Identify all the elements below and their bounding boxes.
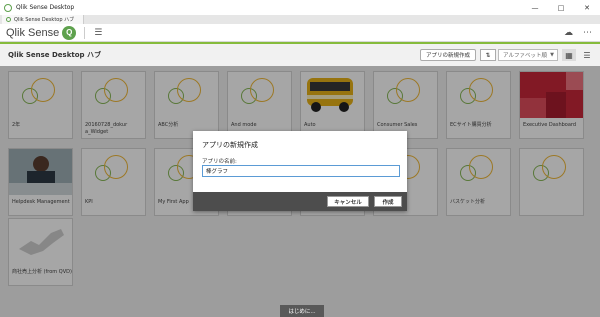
dialog-footer: キャンセル 作成	[193, 192, 407, 211]
tab-hub[interactable]: Qlik Sense Desktop ハブ	[2, 15, 84, 24]
header-right: ☁ ⋯	[554, 28, 592, 38]
minimize-icon[interactable]: —	[522, 0, 548, 15]
window-controls: — □ ✕	[522, 0, 600, 15]
app-name-input[interactable]	[202, 165, 400, 177]
sort-order-icon[interactable]: ⇅	[480, 49, 496, 61]
hub-toolbar: Qlik Sense Desktop ハブ アプリの新規作成 ⇅ アルファベット…	[0, 44, 600, 66]
cancel-button[interactable]: キャンセル	[327, 196, 369, 207]
qlik-tab-icon	[6, 17, 11, 22]
more-options-icon[interactable]: ⋯	[583, 28, 592, 38]
logo-text: Qlik Sense	[6, 26, 60, 39]
qlik-logo: Qlik Sense Q	[6, 25, 77, 40]
page-title: Qlik Sense Desktop ハブ	[8, 51, 101, 59]
tab-strip: Qlik Sense Desktop ハブ	[0, 15, 600, 24]
maximize-icon[interactable]: □	[548, 0, 574, 15]
app-header: Qlik Sense Q ☰ ☁ ⋯	[0, 24, 600, 42]
list-view-icon[interactable]: ☰	[580, 49, 594, 61]
toolbar-right: アプリの新規作成 ⇅ アルファベット順 ▼ ▦ ☰	[419, 49, 594, 61]
app-name-label: アプリの名前:	[202, 159, 237, 165]
cloud-icon[interactable]: ☁	[564, 28, 573, 38]
create-app-button[interactable]: アプリの新規作成	[419, 49, 476, 61]
qlik-app-icon	[4, 3, 12, 12]
tab-label: Qlik Sense Desktop ハブ	[14, 17, 75, 23]
window-titlebar: Qlik Sense Desktop — □ ✕	[0, 0, 600, 15]
chevron-down-icon: ▼	[550, 52, 554, 58]
grid-view-icon[interactable]: ▦	[562, 49, 576, 61]
qlik-logo-icon: Q	[62, 25, 77, 40]
header-divider	[84, 26, 86, 39]
sort-dropdown[interactable]: アルファベット順 ▼	[498, 49, 558, 61]
hamburger-menu-icon[interactable]: ☰	[94, 28, 102, 38]
window-title: Qlik Sense Desktop	[16, 4, 75, 11]
close-icon[interactable]: ✕	[574, 0, 600, 15]
dialog-title: アプリの新規作成	[202, 141, 258, 149]
create-button[interactable]: 作成	[374, 196, 402, 207]
create-app-dialog: アプリの新規作成 アプリの名前: キャンセル 作成	[193, 131, 407, 211]
sort-value: アルファベット順	[503, 53, 547, 59]
getting-started-button[interactable]: はじめに...	[280, 305, 324, 317]
